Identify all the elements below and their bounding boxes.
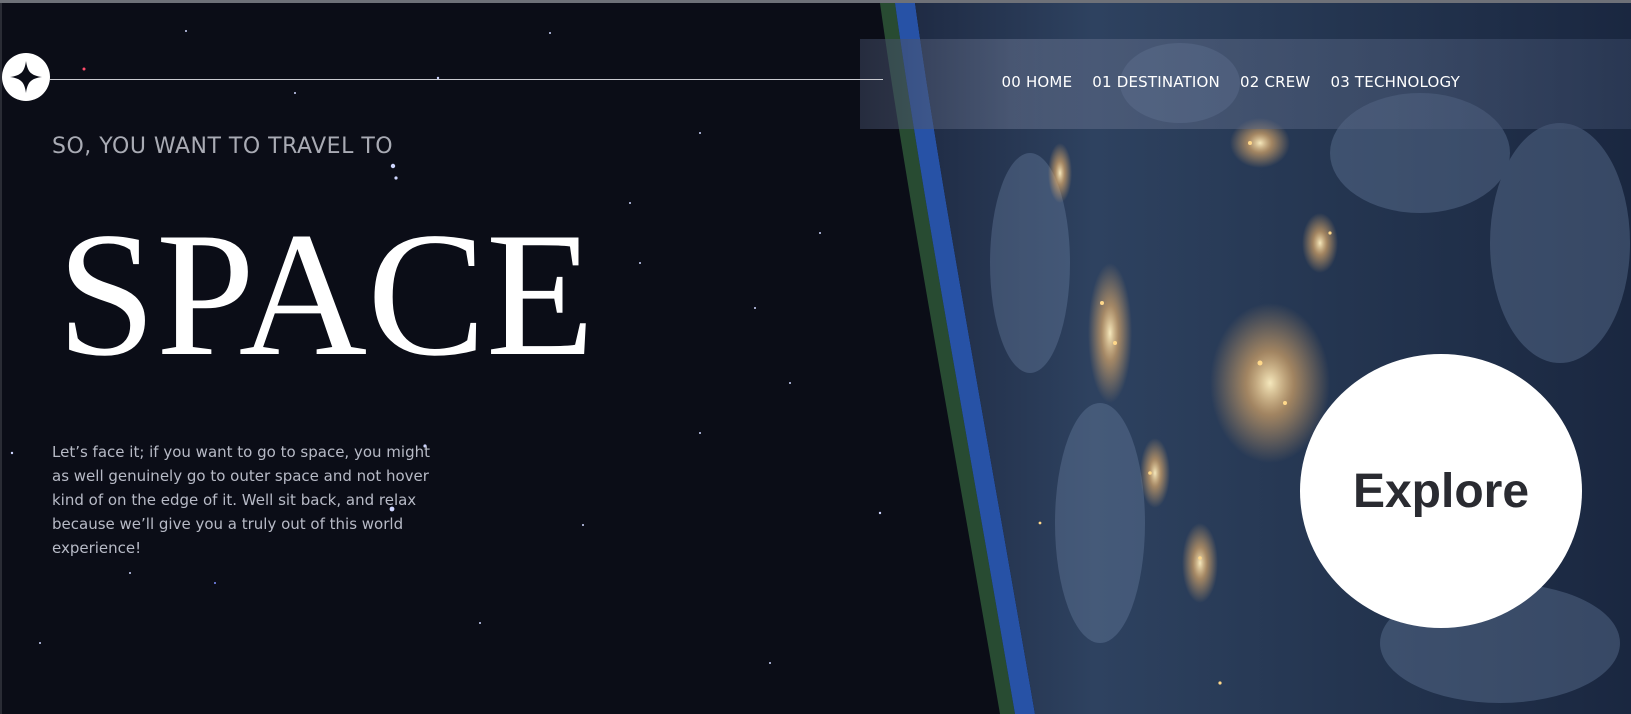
left-edge [0, 3, 2, 714]
nav-link-destination[interactable]: 01 DESTINATION [1092, 73, 1220, 91]
nav-divider-line [50, 79, 883, 80]
nav-link-crew[interactable]: 02 CREW [1240, 73, 1310, 91]
four-point-star-icon[interactable] [2, 53, 50, 101]
hero-title: SPACE [57, 195, 595, 393]
nav-link-home[interactable]: 00 HOME [1001, 73, 1072, 91]
nav-link-technology[interactable]: 03 TECHNOLOGY [1330, 73, 1460, 91]
hero-subtitle: SO, YOU WANT TO TRAVEL TO [52, 134, 394, 159]
primary-navigation: 00 HOME 01 DESTINATION 02 CREW 03 TECHNO… [1001, 73, 1460, 91]
hero-description: Let’s face it; if you want to go to spac… [52, 443, 430, 557]
explore-button[interactable]: Explore [1300, 354, 1582, 628]
